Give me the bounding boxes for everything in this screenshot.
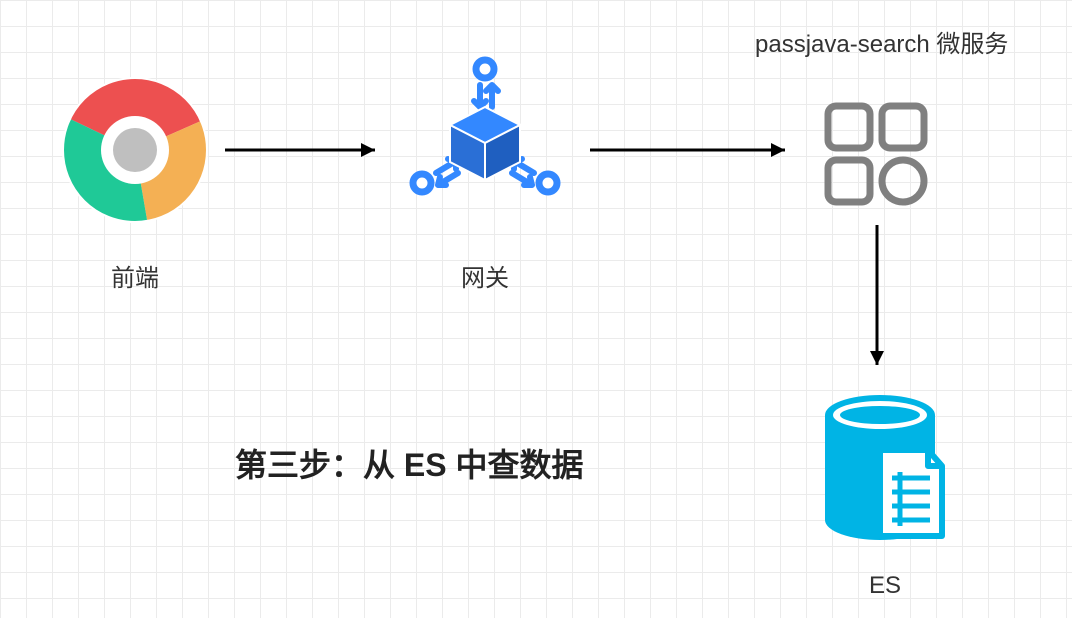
es-label: ES [860,572,910,600]
gateway-label: 网关 [450,258,520,293]
microservice-label: passjava-search 微服务 [755,24,1008,59]
microservice-icon [822,100,932,215]
arrow-service-to-es [867,225,887,385]
caption: 第三步：从 ES 中查数据 [235,440,583,486]
es-database-icon [810,390,960,565]
frontend-label: 前端 [100,258,170,293]
frontend-icon [60,75,210,230]
gateway-icon [400,55,570,230]
arrow-gateway-to-service [590,140,805,160]
arrow-frontend-to-gateway [225,140,395,160]
